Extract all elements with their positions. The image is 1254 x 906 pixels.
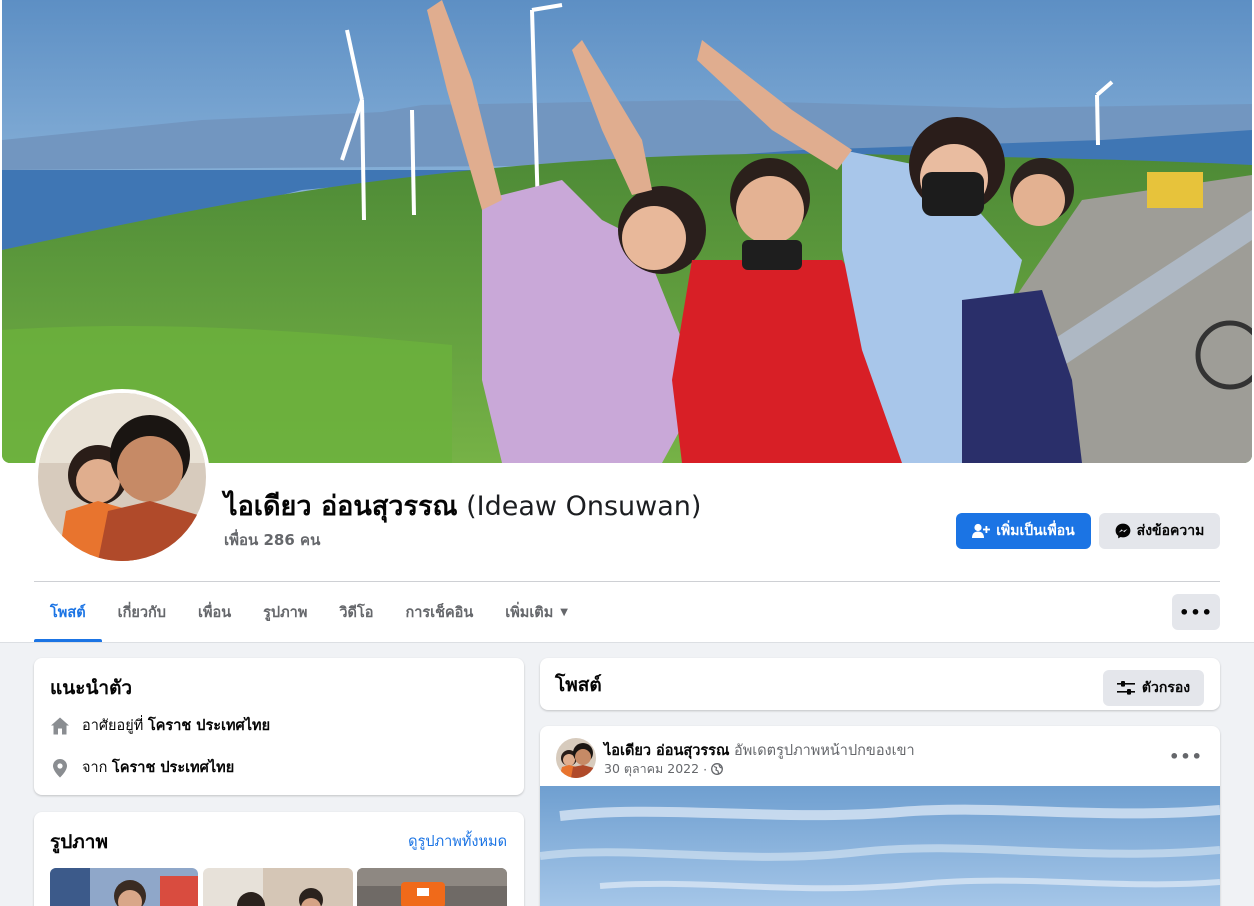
intro-lives-value[interactable]: โคราช ประเทศไทย	[148, 714, 270, 737]
post-options-button[interactable]: •••	[1169, 742, 1202, 770]
add-friend-button[interactable]: เพิ่มเป็นเพื่อน	[956, 513, 1091, 549]
post-author-avatar-image	[556, 738, 596, 778]
photos-card: รูปภาพ ดูรูปภาพทั้งหมด	[34, 812, 524, 906]
messenger-icon	[1115, 523, 1131, 539]
post-meta: 30 ตุลาคม 2022 ·	[604, 759, 723, 779]
profile-name-thai: ไอเดียว อ่อนสุวรรณ	[224, 491, 458, 522]
tab-checkins[interactable]: การเช็คอิน	[389, 583, 489, 642]
photo-thumbnail[interactable]	[357, 868, 507, 906]
tab-label: เพิ่มเติม	[505, 605, 554, 621]
home-icon	[51, 717, 69, 734]
tab-label: เกี่ยวกับ	[117, 605, 166, 621]
intro-lives-prefix: อาศัยอยู่ที่	[82, 718, 144, 734]
post-image-content	[540, 786, 1220, 906]
intro-from-prefix: จาก	[82, 760, 108, 776]
globe-icon	[711, 763, 723, 775]
intro-from: จาก โคราช ประเทศไทย	[50, 756, 234, 779]
post-author-name[interactable]: ไอเดียว อ่อนสุวรรณ	[604, 743, 729, 759]
profile-name-english: (Ideaw Onsuwan)	[466, 491, 702, 522]
tab-label: รูปภาพ	[263, 605, 308, 621]
profile-header: ไอเดียว อ่อนสุวรรณ (Ideaw Onsuwan) เพื่อ…	[0, 0, 1254, 643]
map-pin-icon	[53, 758, 67, 777]
photo-thumbnail[interactable]	[50, 868, 198, 906]
post-action-text: อัพเดตรูปภาพหน้าปกของเขา	[734, 743, 915, 759]
tab-label: เพื่อน	[197, 605, 232, 621]
post-date[interactable]: 30 ตุลาคม 2022	[604, 759, 699, 779]
friends-count[interactable]: เพื่อน 286 คน	[224, 528, 320, 552]
meta-separator: ·	[703, 761, 708, 777]
posts-header-card: โพสต์ ตัวกรอง	[540, 658, 1220, 710]
tab-label: การเช็คอิน	[405, 605, 474, 621]
posts-title: โพสต์	[555, 674, 602, 696]
tab-label: โพสต์	[50, 605, 86, 621]
person-plus-icon	[972, 523, 991, 538]
header-divider	[34, 581, 1220, 582]
intro-title: แนะนำตัว	[50, 677, 133, 699]
tab-more[interactable]: เพิ่มเติม ▼	[489, 583, 584, 642]
photo-thumbnail-image	[50, 868, 198, 906]
photo-thumbnail-image	[203, 868, 353, 906]
cover-photo-image	[2, 0, 1252, 463]
post-card: ไอเดียว อ่อนสุวรรณ อัพเดตรูปภาพหน้าปกของ…	[540, 726, 1220, 906]
tab-label: วิดีโอ	[339, 605, 374, 621]
photo-thumbnail-image	[357, 868, 507, 906]
message-label: ส่งข้อความ	[1136, 523, 1205, 539]
profile-tabs: โพสต์ เกี่ยวกับ เพื่อน รูปภาพ วิดีโอ การ…	[34, 583, 584, 642]
sliders-icon	[1116, 681, 1135, 695]
intro-card: แนะนำตัว อาศัยอยู่ที่ โคราช ประเทศไทย จา…	[34, 658, 524, 795]
tab-friends[interactable]: เพื่อน	[182, 583, 247, 642]
post-author-avatar[interactable]	[556, 738, 596, 778]
profile-avatar-image	[38, 393, 206, 561]
post-image[interactable]	[540, 786, 1220, 906]
profile-name: ไอเดียว อ่อนสุวรรณ (Ideaw Onsuwan)	[224, 488, 701, 526]
tab-photos[interactable]: รูปภาพ	[247, 583, 323, 642]
filter-label: ตัวกรอง	[1141, 680, 1191, 696]
tab-videos[interactable]: วิดีโอ	[323, 583, 389, 642]
photo-thumbnail[interactable]	[203, 868, 353, 906]
tab-posts[interactable]: โพสต์	[34, 583, 102, 642]
intro-lives-in: อาศัยอยู่ที่ โคราช ประเทศไทย	[50, 714, 270, 737]
cover-photo[interactable]	[2, 0, 1252, 463]
filter-button[interactable]: ตัวกรอง	[1103, 670, 1204, 706]
caret-down-icon: ▼	[560, 607, 568, 618]
intro-from-value[interactable]: โคราช ประเทศไทย	[112, 756, 234, 779]
message-button[interactable]: ส่งข้อความ	[1099, 513, 1220, 549]
see-all-photos-link[interactable]: ดูรูปภาพทั้งหมด	[408, 830, 507, 853]
profile-avatar[interactable]	[34, 389, 210, 565]
photos-title: รูปภาพ	[50, 831, 108, 853]
profile-more-button[interactable]: •••	[1172, 594, 1220, 630]
add-friend-label: เพิ่มเป็นเพื่อน	[996, 523, 1075, 539]
tab-about[interactable]: เกี่ยวกับ	[102, 583, 182, 642]
